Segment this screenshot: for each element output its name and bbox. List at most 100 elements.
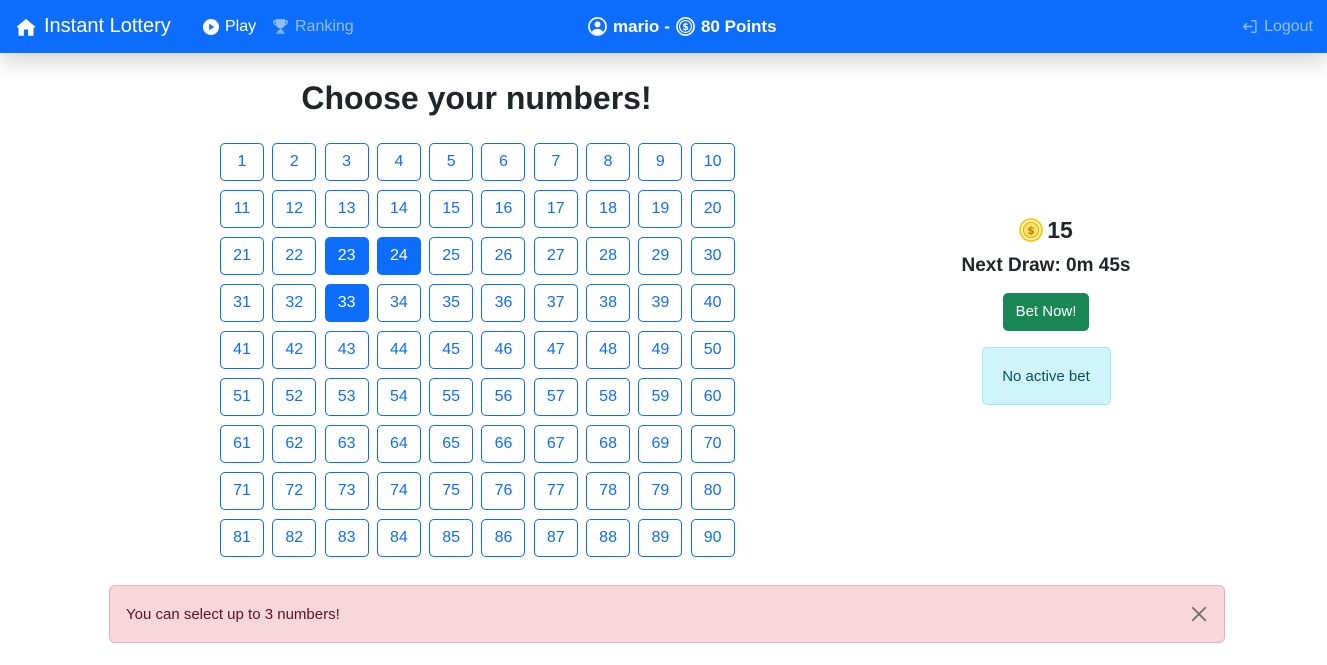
number-button[interactable]: 84 xyxy=(376,519,421,557)
number-button[interactable]: 42 xyxy=(272,331,317,369)
number-button[interactable]: 88 xyxy=(586,519,631,557)
number-button[interactable]: 1 xyxy=(220,143,264,181)
number-button[interactable]: 46 xyxy=(481,331,526,369)
number-button[interactable]: 61 xyxy=(220,425,264,463)
number-button[interactable]: 36 xyxy=(481,284,526,322)
number-button[interactable]: 18 xyxy=(586,190,631,228)
number-button[interactable]: 81 xyxy=(220,519,264,557)
nav-play[interactable]: Play xyxy=(203,0,256,53)
number-button[interactable]: 40 xyxy=(690,284,735,322)
number-button[interactable]: 62 xyxy=(272,425,317,463)
number-button[interactable]: 57 xyxy=(533,378,578,416)
number-button[interactable]: 34 xyxy=(376,284,421,322)
close-icon[interactable] xyxy=(1190,605,1208,623)
number-button[interactable]: 6 xyxy=(481,143,526,181)
nav-logout[interactable]: Logout xyxy=(1241,0,1313,53)
number-button[interactable]: 86 xyxy=(481,519,526,557)
number-button[interactable]: 79 xyxy=(638,472,683,510)
number-button[interactable]: 25 xyxy=(429,237,474,275)
number-button[interactable]: 45 xyxy=(429,331,474,369)
number-button[interactable]: 60 xyxy=(690,378,735,416)
number-button[interactable]: 85 xyxy=(429,519,474,557)
nav-play-label: Play xyxy=(225,17,257,35)
number-button[interactable]: 51 xyxy=(220,378,264,416)
number-button[interactable]: 38 xyxy=(586,284,631,322)
number-button[interactable]: 76 xyxy=(481,472,526,510)
brand-label: Instant Lottery xyxy=(44,15,171,37)
number-button[interactable]: 44 xyxy=(376,331,421,369)
number-button[interactable]: 30 xyxy=(690,237,735,275)
number-button[interactable]: 19 xyxy=(638,190,683,228)
number-button[interactable]: 29 xyxy=(638,237,683,275)
number-button[interactable]: 66 xyxy=(481,425,526,463)
number-button[interactable]: 23 xyxy=(324,237,369,275)
number-button[interactable]: 12 xyxy=(272,190,317,228)
number-button[interactable]: 41 xyxy=(220,331,264,369)
number-button[interactable]: 8 xyxy=(586,143,631,181)
number-button[interactable]: 49 xyxy=(638,331,683,369)
brand-link[interactable]: Instant Lottery xyxy=(16,0,171,53)
number-button[interactable]: 58 xyxy=(586,378,631,416)
number-button[interactable]: 13 xyxy=(324,190,369,228)
number-button[interactable]: 4 xyxy=(376,143,421,181)
number-button[interactable]: 75 xyxy=(429,472,474,510)
number-button[interactable]: 89 xyxy=(638,519,683,557)
number-button[interactable]: 53 xyxy=(324,378,369,416)
number-button[interactable]: 20 xyxy=(690,190,735,228)
number-button[interactable]: 54 xyxy=(376,378,421,416)
number-button[interactable]: 69 xyxy=(638,425,683,463)
number-button[interactable]: 2 xyxy=(272,143,317,181)
number-button[interactable]: 68 xyxy=(586,425,631,463)
nav-ranking[interactable]: Ranking xyxy=(272,0,354,53)
number-button[interactable]: 59 xyxy=(638,378,683,416)
number-button[interactable]: 31 xyxy=(220,284,264,322)
number-button[interactable]: 82 xyxy=(272,519,317,557)
number-button[interactable]: 14 xyxy=(376,190,421,228)
number-button[interactable]: 83 xyxy=(324,519,369,557)
number-button[interactable]: 7 xyxy=(533,143,578,181)
number-button[interactable]: 16 xyxy=(481,190,526,228)
number-button[interactable]: 47 xyxy=(533,331,578,369)
number-button[interactable]: 77 xyxy=(533,472,578,510)
number-button[interactable]: 9 xyxy=(638,143,683,181)
number-button[interactable]: 28 xyxy=(586,237,631,275)
number-button[interactable]: 70 xyxy=(690,425,735,463)
number-button[interactable]: 72 xyxy=(272,472,317,510)
svg-text:$: $ xyxy=(682,22,689,33)
number-button[interactable]: 74 xyxy=(376,472,421,510)
number-button[interactable]: 39 xyxy=(638,284,683,322)
number-button[interactable]: 48 xyxy=(586,331,631,369)
number-button[interactable]: 43 xyxy=(324,331,369,369)
number-button[interactable]: 37 xyxy=(533,284,578,322)
number-button[interactable]: 26 xyxy=(481,237,526,275)
number-button[interactable]: 50 xyxy=(690,331,735,369)
bet-now-button[interactable]: Bet Now! xyxy=(1002,293,1090,331)
number-button[interactable]: 15 xyxy=(429,190,474,228)
number-button[interactable]: 80 xyxy=(690,472,735,510)
number-button[interactable]: 32 xyxy=(272,284,317,322)
number-button[interactable]: 55 xyxy=(429,378,474,416)
number-button[interactable]: 52 xyxy=(272,378,317,416)
number-button[interactable]: 27 xyxy=(533,237,578,275)
number-button[interactable]: 78 xyxy=(586,472,631,510)
number-button[interactable]: 67 xyxy=(533,425,578,463)
number-button[interactable]: 22 xyxy=(272,237,317,275)
number-button[interactable]: 56 xyxy=(481,378,526,416)
number-button[interactable]: 5 xyxy=(429,143,474,181)
number-button[interactable]: 3 xyxy=(324,143,369,181)
number-button[interactable]: 64 xyxy=(376,425,421,463)
number-button[interactable]: 21 xyxy=(220,237,264,275)
number-button[interactable]: 90 xyxy=(690,519,735,557)
number-button[interactable]: 33 xyxy=(324,284,369,322)
number-button[interactable]: 71 xyxy=(220,472,264,510)
number-button[interactable]: 73 xyxy=(324,472,369,510)
number-button[interactable]: 17 xyxy=(533,190,578,228)
number-button[interactable]: 24 xyxy=(376,237,421,275)
number-button[interactable]: 87 xyxy=(533,519,578,557)
number-button[interactable]: 10 xyxy=(690,143,735,181)
play-circle-icon xyxy=(203,18,219,35)
number-button[interactable]: 63 xyxy=(324,425,369,463)
number-button[interactable]: 35 xyxy=(429,284,474,322)
number-button[interactable]: 65 xyxy=(429,425,474,463)
number-button[interactable]: 11 xyxy=(220,190,264,228)
